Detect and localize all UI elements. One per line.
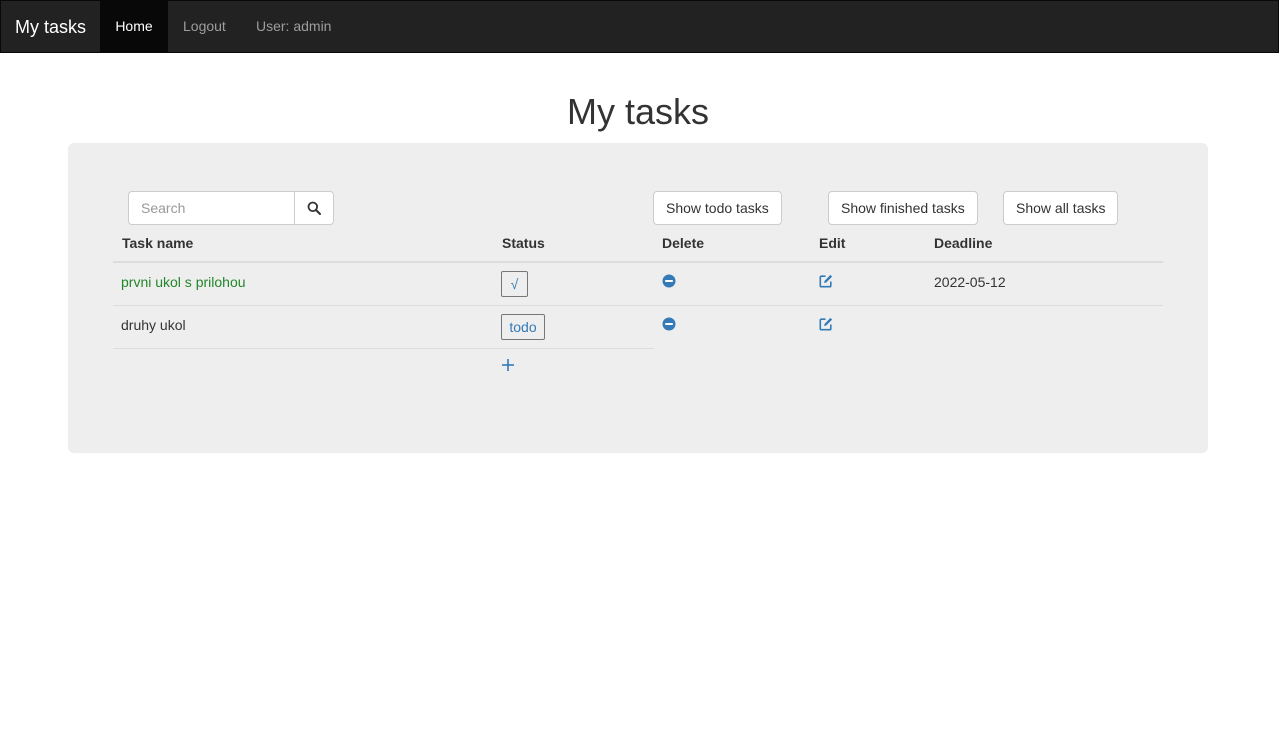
search-icon (307, 201, 321, 215)
task-name-link[interactable]: prvni ukol s prilohou (121, 274, 246, 290)
navbar-brand[interactable]: My tasks (15, 16, 86, 38)
plus-icon[interactable] (500, 355, 516, 375)
minus-circle-icon[interactable] (662, 274, 676, 288)
nav-logout-link[interactable]: Logout (183, 1, 226, 52)
nav-user-label: User: admin (256, 18, 332, 34)
navbar: My tasks Home Logout User: admin (0, 0, 1279, 53)
search-group (128, 191, 334, 225)
edit-icon[interactable] (819, 317, 833, 331)
header-task-name: Task name (122, 235, 194, 251)
header-deadline: Deadline (934, 235, 993, 251)
row-divider (113, 348, 654, 349)
show-all-tasks-button[interactable]: Show all tasks (1003, 191, 1119, 225)
task-deadline: 2022-05-12 (934, 274, 1006, 290)
nav-home-link[interactable]: Home (100, 1, 168, 52)
show-todo-tasks-button[interactable]: Show todo tasks (653, 191, 782, 225)
header-delete: Delete (662, 235, 705, 251)
show-finished-tasks-button[interactable]: Show finished tasks (828, 191, 978, 225)
page-title: My tasks (566, 91, 709, 132)
search-button[interactable] (294, 191, 334, 225)
table-header-divider (113, 261, 1163, 263)
status-done-toggle[interactable]: √ (501, 271, 528, 297)
minus-circle-icon[interactable] (662, 317, 676, 331)
tasks-panel: Show todo tasks Show finished tasks Show… (68, 143, 1208, 453)
task-name-link[interactable]: druhy ukol (121, 317, 186, 333)
row-divider (113, 305, 1163, 306)
search-input[interactable] (128, 191, 295, 225)
header-edit: Edit (819, 235, 846, 251)
edit-icon[interactable] (819, 274, 833, 288)
status-todo-toggle[interactable]: todo (501, 314, 545, 340)
header-status: Status (502, 235, 545, 251)
